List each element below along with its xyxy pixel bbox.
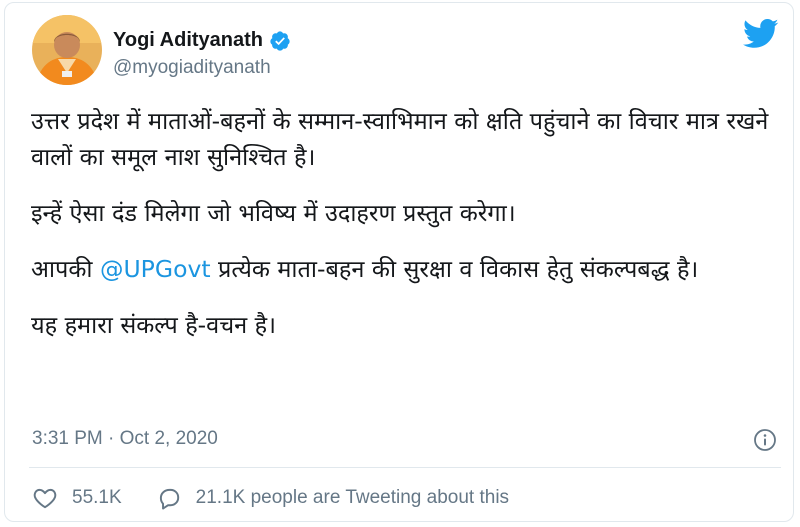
conversation-button[interactable]: 21.1K people are Tweeting about this: [156, 485, 509, 511]
tweet-card: Yogi Adityanath @myogiadityanath उत्तर प…: [4, 2, 794, 522]
avatar[interactable]: [32, 15, 102, 85]
author-display-name[interactable]: Yogi Adityanath: [113, 29, 263, 52]
tweet-timestamp[interactable]: 3:31 PM · Oct 2, 2020: [32, 428, 218, 450]
tweet-paragraph: आपकी @UPGovt प्रत्येक माता-बहन की सुरक्ष…: [31, 251, 771, 287]
tweeting-about-text: 21.1K people are Tweeting about this: [195, 487, 510, 508]
tweet-paragraph: इन्हें ऐसा दंड मिलेगा जो भविष्य में उदाह…: [31, 199, 516, 227]
comment-icon: [159, 488, 179, 510]
like-button[interactable]: 55.1K: [32, 485, 122, 511]
twitter-bird-icon[interactable]: [743, 19, 779, 49]
divider: [29, 467, 781, 468]
verified-badge-icon: [270, 30, 290, 51]
tweet-text: उत्तर प्रदेश में माताओं-बहनों के सम्मान-…: [31, 103, 771, 343]
tweet-paragraph: यह हमारा संकल्प है-वचन है।: [31, 311, 277, 339]
info-icon[interactable]: [753, 428, 777, 452]
tweet-paragraph: उत्तर प्रदेश में माताओं-बहनों के सम्मान-…: [31, 107, 769, 171]
author-handle[interactable]: @myogiadityanath: [113, 57, 271, 79]
mention-link-upgovt[interactable]: @UPGovt: [100, 255, 211, 283]
author-name-row[interactable]: Yogi Adityanath: [113, 29, 291, 52]
action-bar: 55.1K 21.1K people are Tweeting about th…: [32, 485, 509, 511]
like-count: 55.1K: [72, 487, 122, 508]
heart-icon: [33, 488, 57, 509]
tweet-text-segment: प्रत्येक माता-बहन की सुरक्षा व विकास हेत…: [210, 255, 699, 283]
tweet-text-segment: आपकी: [31, 255, 100, 283]
